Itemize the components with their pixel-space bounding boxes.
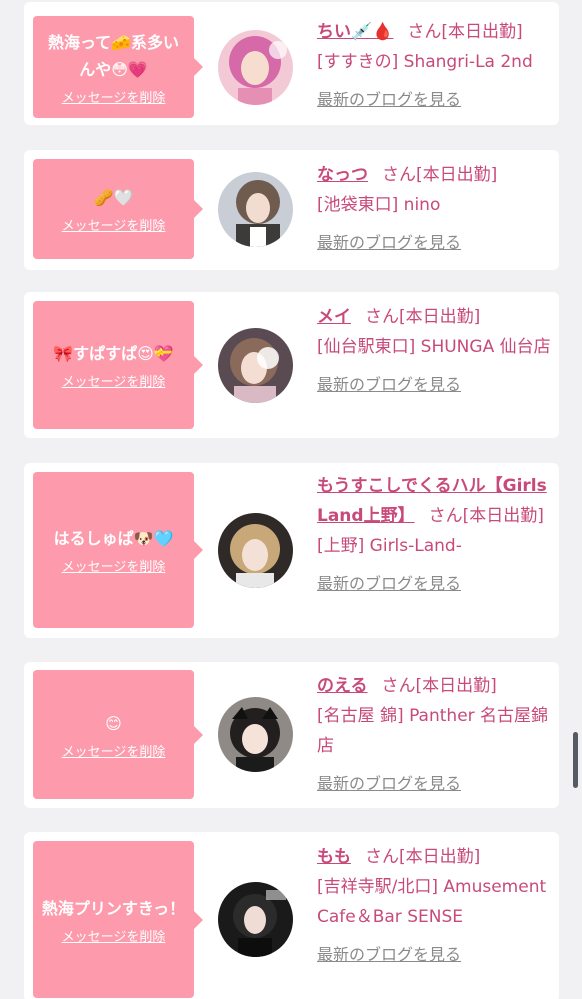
message-bubble: 🎀すぱすぱ😍💝 メッセージを削除: [33, 301, 203, 429]
message-card: 😊 メッセージを削除 のえる さん[本日出勤] [名古屋 錦] Panther 名…: [24, 662, 559, 808]
message-text: 😊: [105, 713, 122, 733]
message-bubble: 🥜🤍 メッセージを削除: [33, 159, 203, 259]
cast-name-link[interactable]: のえる: [317, 676, 368, 696]
honorific-label: さん: [365, 307, 399, 327]
latest-blog-link[interactable]: 最新のブログを見る: [317, 228, 553, 258]
honorific-label: さん: [407, 22, 442, 42]
message-text: 🎀すぱすぱ😍💝: [53, 344, 174, 363]
avatar[interactable]: [218, 882, 293, 957]
cast-name-link[interactable]: もも: [317, 847, 351, 867]
cast-info: なっつ さん[本日出勤] [池袋東口] nino 最新のブログを見る: [317, 160, 553, 258]
message-bubble: 熱海って🧀系多いんや😳💗 メッセージを削除: [33, 16, 203, 118]
avatar[interactable]: [218, 172, 293, 247]
latest-blog-link[interactable]: 最新のブログを見る: [317, 769, 553, 799]
attendance-status: [本日出勤]: [462, 506, 544, 526]
cast-name-link[interactable]: メイ: [317, 307, 351, 327]
avatar[interactable]: [218, 513, 293, 588]
honorific-label: さん: [382, 165, 416, 185]
latest-blog-link[interactable]: 最新のブログを見る: [317, 569, 553, 599]
shop-location: [池袋東口] nino: [317, 195, 441, 215]
honorific-label: さん: [428, 506, 463, 526]
blonde-girl-avatar: [218, 513, 293, 588]
message-text: はるしゅぱ🐶🩵: [53, 529, 174, 548]
shop-location: [すすきの] Shangri-La 2nd: [317, 52, 533, 72]
message-card: はるしゅぱ🐶🩵 メッセージを削除 もうすこしでくるハル【Girls Land上野…: [24, 463, 559, 638]
peace-sign-girl-avatar: [218, 328, 293, 403]
shop-location: [吉祥寺駅/北口] Amusement Cafe＆Bar SENSE: [317, 877, 547, 927]
avatar[interactable]: [218, 328, 293, 403]
delete-message-link[interactable]: メッセージを削除: [62, 926, 166, 945]
cast-info: ちい💉🩸 さん[本日出勤] [すすきの] Shangri-La 2nd 最新のブロ…: [317, 17, 553, 115]
honorific-label: さん: [381, 676, 416, 696]
delete-message-link[interactable]: メッセージを削除: [62, 556, 166, 575]
message-text: 熱海って🧀系多いんや😳💗: [47, 32, 180, 79]
avatar[interactable]: [218, 697, 293, 772]
delete-message-link[interactable]: メッセージを削除: [62, 87, 166, 106]
delete-message-link[interactable]: メッセージを削除: [62, 741, 166, 760]
latest-blog-link[interactable]: 最新のブログを見る: [317, 370, 553, 400]
latest-blog-link[interactable]: 最新のブログを見る: [317, 940, 553, 970]
pink-cosplay-girl-avatar: [218, 30, 293, 105]
cast-name-link[interactable]: なっつ: [317, 165, 368, 185]
attendance-status: [本日出勤]: [415, 676, 497, 696]
scrollbar-thumb[interactable]: [573, 732, 578, 788]
attendance-status: [本日出勤]: [416, 165, 498, 185]
delete-message-link[interactable]: メッセージを削除: [62, 215, 166, 234]
honorific-label: さん: [365, 847, 399, 867]
cast-info: もうすこしでくるハル【Girls Land上野】 さん[本日出勤] [上野] Gi…: [317, 471, 553, 599]
cast-info: のえる さん[本日出勤] [名古屋 錦] Panther 名古屋錦店 最新のブログ…: [317, 671, 553, 799]
attendance-status: [本日出勤]: [399, 847, 481, 867]
headband-girl-avatar: [218, 697, 293, 772]
attendance-status: [本日出勤]: [441, 22, 523, 42]
message-card: 熱海って🧀系多いんや😳💗 メッセージを削除 ちい💉🩸 さん[本日出勤] [すすきの…: [24, 2, 559, 125]
cast-name-link[interactable]: ちい💉🩸: [317, 22, 393, 42]
cast-info: もも さん[本日出勤] [吉祥寺駅/北口] Amusement Cafe＆Bar …: [317, 842, 553, 970]
avatar[interactable]: [218, 30, 293, 105]
maid-girl-avatar: [218, 172, 293, 247]
shop-location: [仙台駅東口] SHUNGA 仙台店: [317, 337, 551, 357]
shop-location: [名古屋 錦] Panther 名古屋錦店: [317, 706, 549, 756]
message-card: 🎀すぱすぱ😍💝 メッセージを削除 メイ さん[本日出勤] [仙台駅東口] SHUN…: [24, 292, 559, 438]
message-text: 熱海プリンすきっ！: [41, 898, 186, 918]
message-card: 熱海プリンすきっ！ メッセージを削除 もも さん[本日出勤] [吉祥寺駅/北口] …: [24, 832, 559, 999]
dark-outfit-girl-avatar: [218, 882, 293, 957]
shop-location: [上野] Girls-Land-: [317, 536, 462, 556]
attendance-status: [本日出勤]: [399, 307, 481, 327]
cast-info: メイ さん[本日出勤] [仙台駅東口] SHUNGA 仙台店 最新のブログを見る: [317, 302, 553, 400]
message-card: 🥜🤍 メッセージを削除 なっつ さん[本日出勤] [池袋東口] nino 最新のブ…: [24, 150, 559, 270]
message-bubble: 熱海プリンすきっ！ メッセージを削除: [33, 841, 203, 998]
message-bubble: はるしゅぱ🐶🩵 メッセージを削除: [33, 472, 203, 628]
message-bubble: 😊 メッセージを削除: [33, 670, 203, 799]
message-text: 🥜🤍: [93, 188, 134, 207]
latest-blog-link[interactable]: 最新のブログを見る: [317, 85, 553, 115]
delete-message-link[interactable]: メッセージを削除: [62, 371, 166, 390]
